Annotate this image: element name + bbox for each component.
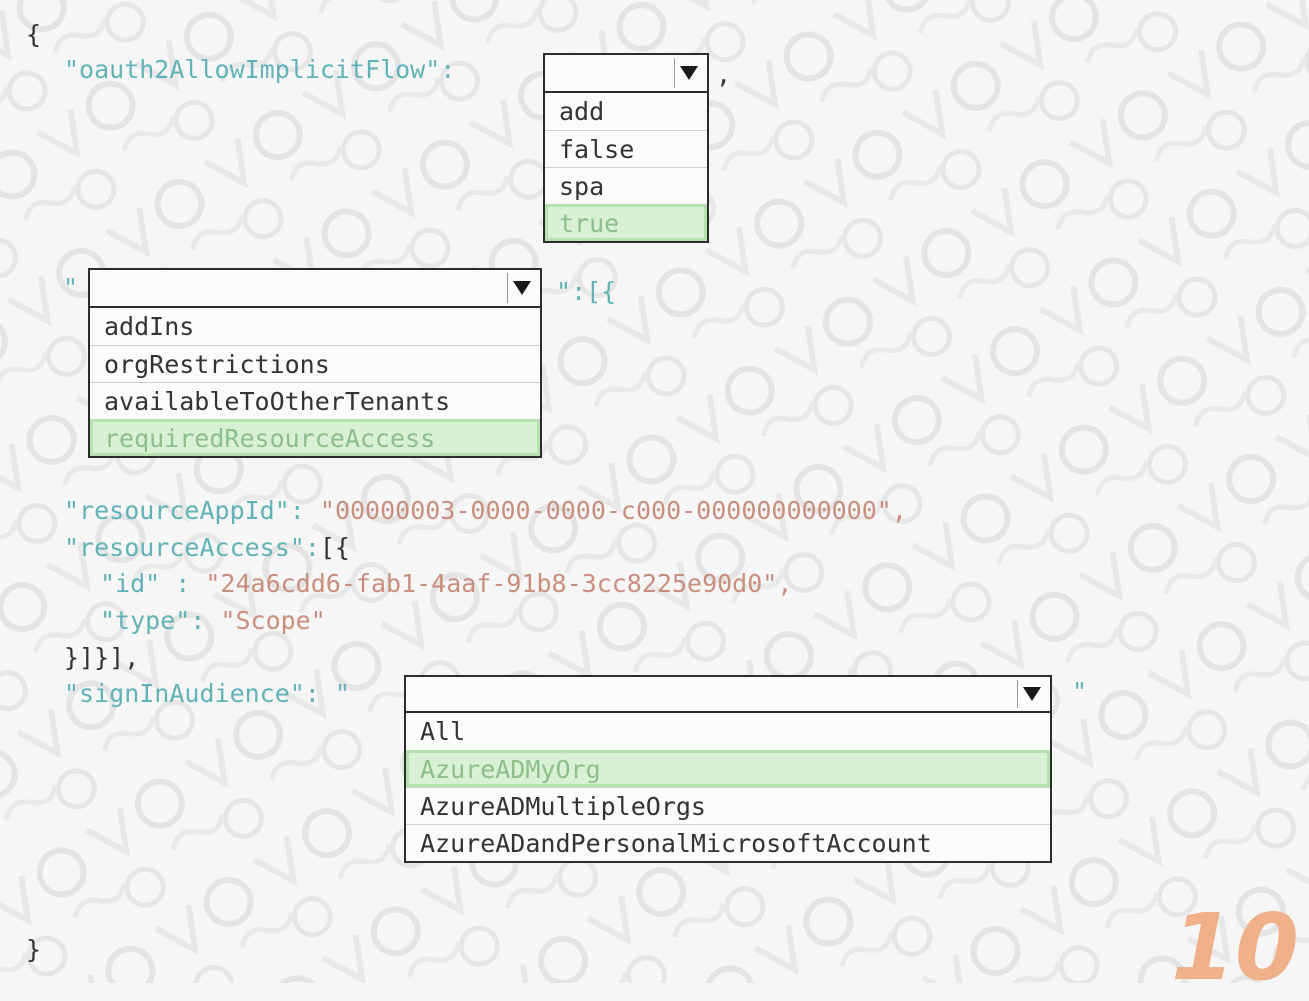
type-key: "type": — [100, 606, 206, 635]
brand-logo: 10 — [1170, 894, 1299, 1001]
resource-app-id-line: "resourceAppId": "00000003-0000-0000-c00… — [64, 496, 907, 526]
code-editor-canvas: { "oauth2AllowImplicitFlow": add false s… — [0, 0, 1309, 1001]
resource-app-id-key: "resourceAppId": — [64, 496, 305, 525]
sign-in-audience-options: All AzureADMyOrg AzureADMultipleOrgs Azu… — [404, 713, 1052, 863]
option-true[interactable]: true — [545, 204, 707, 241]
option-availabletoothertenants[interactable]: availableToOtherTenants — [90, 382, 540, 419]
open-brace: { — [26, 20, 42, 49]
resource-close-text: ":[{ — [556, 277, 617, 306]
sign-in-key: "signInAudience": — [64, 679, 320, 708]
resource-property-select[interactable] — [88, 268, 542, 308]
sign-in-line: "signInAudience": " — [64, 679, 350, 709]
option-azureadandpersonalmicrosoftaccount[interactable]: AzureADandPersonalMicrosoftAccount — [406, 824, 1050, 861]
option-addins[interactable]: addIns — [90, 308, 540, 345]
option-add[interactable]: add — [545, 93, 707, 130]
resource-open-quote: " — [63, 273, 79, 302]
option-all[interactable]: All — [406, 713, 1050, 750]
option-azureadmyorg[interactable]: AzureADMyOrg — [406, 750, 1050, 787]
chevron-down-icon[interactable] — [507, 273, 536, 303]
id-value: "24a6cdd6-fab1-4aaf-91b8-3cc8225e90d0", — [205, 569, 793, 598]
resource-access-line: "resourceAccess":[{ — [64, 533, 350, 563]
resource-access-key: "resourceAccess": — [64, 533, 320, 562]
implicit-flow-key: "oauth2AllowImplicitFlow": — [64, 55, 456, 84]
resource-property-options: addIns orgRestrictions availableToOtherT… — [88, 308, 542, 458]
closing-brackets: }]}], — [64, 643, 140, 672]
close-brace: } — [26, 935, 42, 964]
id-line: "id" : "24a6cdd6-fab1-4aaf-91b8-3cc8225e… — [100, 569, 792, 599]
sign-in-audience-select[interactable] — [404, 675, 1052, 713]
implicit-flow-comma: , — [716, 60, 732, 89]
sign-in-open-quote: " — [334, 679, 350, 708]
option-orgrestrictions[interactable]: orgRestrictions — [90, 345, 540, 382]
id-key: "id" : — [100, 569, 191, 598]
resource-app-id-value: "00000003-0000-0000-c000-000000000000", — [319, 496, 907, 525]
option-azureadmultipleorgs[interactable]: AzureADMultipleOrgs — [406, 787, 1050, 824]
type-line: "type": "Scope" — [100, 606, 326, 636]
sign-in-close-quote: " — [1072, 677, 1088, 706]
implicit-flow-options: add false spa true — [543, 93, 709, 243]
type-value: "Scope" — [220, 606, 326, 635]
chevron-down-icon[interactable] — [1017, 680, 1046, 708]
option-requiredresourceaccess[interactable]: requiredResourceAccess — [90, 419, 540, 456]
option-spa[interactable]: spa — [545, 167, 707, 204]
resource-property-dropdown[interactable]: addIns orgRestrictions availableToOtherT… — [88, 268, 542, 466]
option-false[interactable]: false — [545, 130, 707, 167]
resource-access-open: [{ — [319, 533, 350, 562]
implicit-flow-dropdown[interactable]: add false spa true — [543, 53, 709, 251]
chevron-down-icon[interactable] — [674, 58, 703, 88]
resource-close: ":[{ — [556, 277, 616, 307]
sign-in-audience-dropdown[interactable]: All AzureADMyOrg AzureADMultipleOrgs Azu… — [404, 675, 1052, 867]
implicit-flow-select[interactable] — [543, 53, 709, 93]
